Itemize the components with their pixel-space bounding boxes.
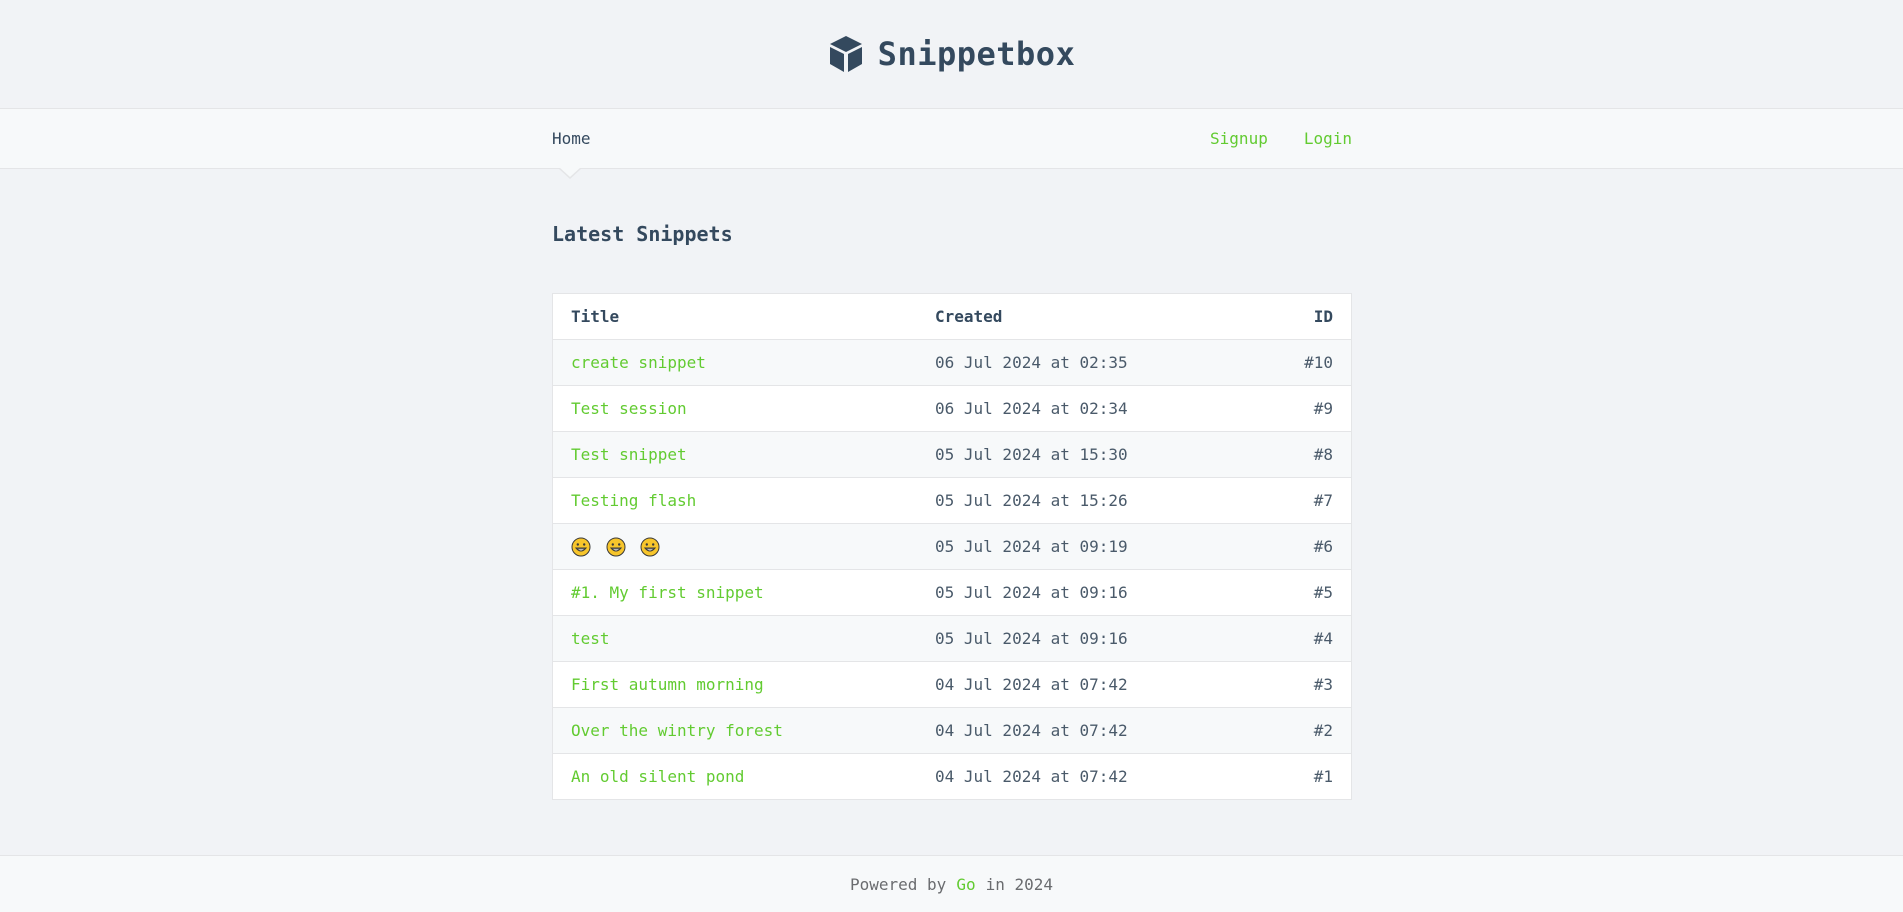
page-title: Latest Snippets <box>552 222 733 246</box>
table-row: Over the wintry forest 04 Jul 2024 at 07… <box>552 707 1352 754</box>
snippet-id: #4 <box>1254 615 1352 662</box>
main-nav: Home Signup Login <box>0 108 1903 179</box>
snippet-created: 06 Jul 2024 at 02:34 <box>917 385 1255 432</box>
snippet-id: #5 <box>1254 569 1352 616</box>
snippet-id: #10 <box>1254 339 1352 386</box>
site-header: Snippetbox <box>0 0 1903 108</box>
column-header-title: Title <box>552 293 917 340</box>
table-row: Testing flash 05 Jul 2024 at 15:26 #7 <box>552 477 1352 524</box>
snippet-title-link[interactable]: Test snippet <box>571 445 687 464</box>
footer-prefix: Powered by <box>849 875 947 894</box>
nav-home-link[interactable]: Home <box>552 129 591 148</box>
table-row: An old silent pond 04 Jul 2024 at 07:42 … <box>552 753 1352 800</box>
snippet-title-link[interactable]: Testing flash <box>571 491 696 510</box>
snippet-created: 05 Jul 2024 at 15:30 <box>917 431 1255 478</box>
nav-signup-link[interactable]: Signup <box>1210 129 1268 148</box>
snippets-table: Title Created ID create snippet 06 Jul 2… <box>552 293 1352 800</box>
table-row: Test snippet 05 Jul 2024 at 15:30 #8 <box>552 431 1352 478</box>
snippet-created: 05 Jul 2024 at 09:16 <box>917 569 1255 616</box>
snippet-created: 06 Jul 2024 at 02:35 <box>917 339 1255 386</box>
table-row: create snippet 06 Jul 2024 at 02:35 #10 <box>552 339 1352 386</box>
snippet-title-link[interactable]: Over the wintry forest <box>571 721 783 740</box>
snippet-title-link[interactable]: #1. My first snippet <box>571 583 764 602</box>
snippet-id: #1 <box>1254 753 1352 800</box>
cube-icon <box>828 35 864 73</box>
snippet-created: 04 Jul 2024 at 07:42 <box>917 661 1255 708</box>
snippet-created: 05 Jul 2024 at 09:19 <box>917 523 1255 570</box>
snippet-id: #8 <box>1254 431 1352 478</box>
column-header-created: Created <box>917 293 1255 340</box>
snippet-created: 05 Jul 2024 at 09:16 <box>917 615 1255 662</box>
grinning-face-icon <box>571 536 596 557</box>
brand-link[interactable]: Snippetbox <box>828 35 1076 73</box>
table-header-row: Title Created ID <box>552 293 1352 340</box>
footer-go-link[interactable]: Go <box>956 875 975 894</box>
snippet-created: 05 Jul 2024 at 15:26 <box>917 477 1255 524</box>
snippet-id: #6 <box>1254 523 1352 570</box>
site-footer: Powered by Go in 2024 <box>0 855 1903 912</box>
snippet-title-link[interactable]: create snippet <box>571 353 706 372</box>
snippet-id: #9 <box>1254 385 1352 432</box>
table-row: Test session 06 Jul 2024 at 02:34 #9 <box>552 385 1352 432</box>
footer-suffix: in 2024 <box>985 875 1054 894</box>
snippet-title-link[interactable]: First autumn morning <box>571 675 764 694</box>
snippet-title-link[interactable] <box>571 536 665 557</box>
snippet-id: #7 <box>1254 477 1352 524</box>
snippet-title-link[interactable]: Test session <box>571 399 687 418</box>
table-row: 05 Jul 2024 at 09:19 #6 <box>552 523 1352 570</box>
table-row: test 05 Jul 2024 at 09:16 #4 <box>552 615 1352 662</box>
table-row: First autumn morning 04 Jul 2024 at 07:4… <box>552 661 1352 708</box>
snippet-created: 04 Jul 2024 at 07:42 <box>917 707 1255 754</box>
main-content: Latest Snippets Title Created ID create … <box>552 168 1352 800</box>
snippet-created: 04 Jul 2024 at 07:42 <box>917 753 1255 800</box>
snippet-title-link[interactable]: An old silent pond <box>571 767 744 786</box>
snippet-id: #2 <box>1254 707 1352 754</box>
snippet-id: #3 <box>1254 661 1352 708</box>
grinning-face-icon <box>606 536 631 557</box>
grinning-face-icon <box>640 536 665 557</box>
table-row: #1. My first snippet 05 Jul 2024 at 09:1… <box>552 569 1352 616</box>
brand-name: Snippetbox <box>877 35 1076 73</box>
nav-login-link[interactable]: Login <box>1304 129 1352 148</box>
nav-auth-links: Signup Login <box>1210 129 1352 148</box>
column-header-id: ID <box>1254 293 1352 340</box>
snippet-title-link[interactable]: test <box>571 629 610 648</box>
